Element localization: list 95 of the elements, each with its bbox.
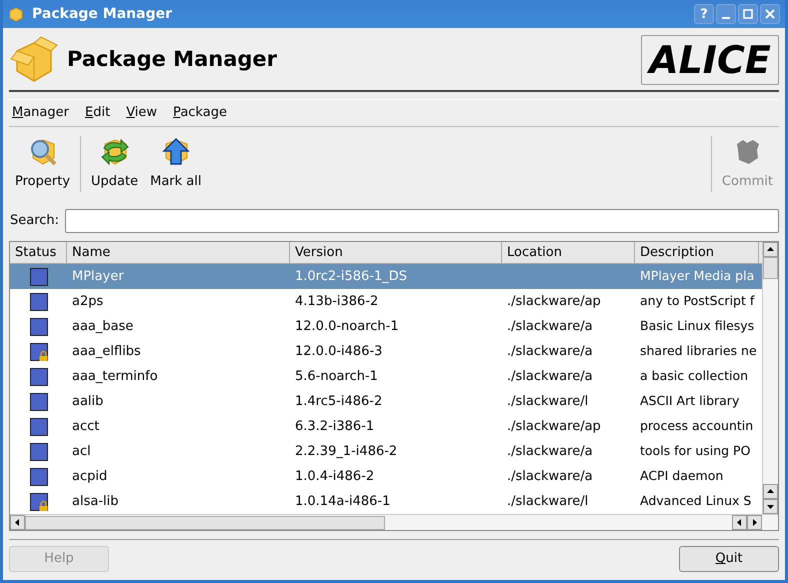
close-button[interactable] — [760, 4, 780, 24]
scroll-up-icon[interactable] — [763, 242, 778, 257]
vertical-scrollbar[interactable] — [762, 242, 778, 514]
scroll-up-icon[interactable] — [763, 484, 778, 499]
column-header[interactable]: Version — [290, 242, 502, 263]
table-row[interactable]: aaa_elflibs 12.0.0-i486-3 ./slackware/a shared libraries ne — [10, 339, 762, 364]
table-cell: Basic Linux filesys — [640, 318, 754, 334]
table-cell: 6.3.2-i386-1 — [295, 418, 374, 434]
quit-button[interactable]: Quit — [679, 546, 779, 572]
scroll-left-icon[interactable] — [10, 515, 25, 530]
scroll-down-icon[interactable] — [763, 499, 778, 514]
menu-item[interactable]: Edit — [85, 103, 110, 123]
table-cell: ./slackware/a — [507, 368, 593, 384]
scrollbar-thumb[interactable] — [763, 257, 778, 279]
table-cell: ./slackware/a — [507, 344, 593, 359]
table-cell: ASCII Art library — [640, 393, 740, 408]
table-cell: process accountin — [640, 418, 754, 434]
table-row[interactable]: acpid 1.0.4-i486-2 ./slackware/a ACPI daemon — [10, 464, 762, 489]
up-arrow-box-icon — [160, 136, 192, 168]
table-cell: a basic collection — [640, 368, 748, 384]
minimize-button[interactable] — [716, 4, 736, 24]
table-cell: aaa_elflibs — [72, 344, 141, 359]
search-field[interactable] — [65, 209, 779, 233]
app-heading: Package Manager — [67, 46, 277, 74]
table-cell: acl — [72, 444, 91, 459]
table-cell: MPlayer Media pla — [640, 268, 754, 284]
table-cell: Advanced Linux S — [640, 493, 752, 508]
table-cell: 1.4rc5-i486-2 — [295, 394, 382, 409]
close-icon — [765, 9, 775, 19]
help-glyph: ? — [700, 8, 708, 20]
table-cell: ./slackware/l — [507, 494, 588, 509]
table-cell: any to PostScript f — [640, 293, 754, 308]
mark-all-button[interactable]: Mark all — [144, 136, 208, 195]
refresh-arrows-icon — [98, 136, 131, 168]
table-cell: ./slackware/a — [507, 444, 593, 459]
menu-item[interactable]: Manager — [12, 103, 69, 123]
table-row[interactable]: aaa_base 12.0.0-noarch-1 ./slackware/a Basic Linux filesys — [10, 314, 762, 339]
table-cell: 2.2.39_1-i486-2 — [295, 444, 398, 459]
status-square-icon[interactable] — [30, 418, 48, 436]
column-header[interactable]: Name — [67, 242, 290, 263]
table-row[interactable]: aaa_terminfo 5.6-noarch-1 ./slackware/a a basic collection — [10, 364, 762, 389]
minimize-icon — [722, 16, 730, 18]
property-button[interactable]: Property — [9, 136, 76, 195]
status-square-icon[interactable] — [30, 442, 48, 460]
table-cell: MPlayer — [72, 268, 124, 284]
table-row[interactable]: a2ps 4.13b-i386-2 ./slackware/ap any to PostScript f — [10, 289, 762, 314]
search-label: Search: — [9, 212, 60, 230]
table-cell: ./slackware/ap — [507, 418, 601, 434]
column-header[interactable]: Description — [635, 242, 759, 263]
table-cell: aalib — [72, 394, 104, 409]
table-cell: 1.0.4-i486-2 — [295, 468, 374, 484]
table-cell: 12.0.0-noarch-1 — [295, 318, 399, 334]
table-cell: alsa-lib — [72, 494, 118, 509]
table-cell: acpid — [72, 468, 108, 484]
horizontal-scrollbar[interactable] — [10, 514, 778, 530]
scrollbar-thumb[interactable] — [25, 516, 385, 530]
table-row[interactable]: aalib 1.4rc5-i486-2 ./slackware/l ASCII Art library — [10, 389, 762, 414]
maximize-icon — [743, 9, 753, 19]
table-row[interactable]: acl 2.2.39_1-i486-2 ./slackware/a tools for using PO — [10, 439, 762, 464]
table-cell: ./slackware/a — [507, 318, 593, 334]
status-square-icon[interactable] — [30, 318, 48, 336]
table-cell: acct — [72, 418, 100, 434]
table-cell: a2ps — [72, 294, 104, 309]
update-button[interactable]: Update — [85, 136, 144, 195]
table-cell: ACPI daemon — [640, 468, 724, 484]
status-square-icon[interactable] — [30, 392, 48, 410]
table-cell: ./slackware/l — [507, 394, 588, 409]
table-cell: aaa_base — [72, 318, 134, 334]
logo: ALICE — [641, 35, 779, 85]
column-header[interactable]: Status — [10, 242, 67, 263]
table-cell: shared libraries ne — [640, 343, 757, 358]
table-cell: ./slackware/a — [507, 468, 593, 484]
table-cell: 1.0.14a-i486-1 — [295, 494, 390, 509]
table-row[interactable]: acct 6.3.2-i386-1 ./slackware/ap process accountin — [10, 414, 762, 439]
status-square-icon[interactable] — [30, 368, 48, 386]
table-cell: 5.6-noarch-1 — [295, 368, 378, 384]
maximize-button[interactable] — [738, 4, 758, 24]
column-header[interactable]: Location — [502, 242, 635, 263]
table-cell: tools for using PO — [640, 443, 750, 458]
status-square-icon[interactable] — [30, 292, 48, 310]
table-cell: 4.13b-i386-2 — [295, 294, 378, 309]
table-cell: aaa_terminfo — [72, 368, 158, 384]
scroll-right-icon[interactable] — [747, 515, 762, 530]
table-row[interactable]: alsa-lib 1.0.14a-i486-1 ./slackware/l Advanced Linux S — [10, 489, 762, 514]
scroll-left-icon[interactable] — [732, 515, 747, 530]
table-cell: 12.0.0-i486-3 — [295, 344, 382, 359]
locked-square-icon[interactable] — [30, 492, 48, 510]
menu-item[interactable]: View — [126, 103, 158, 123]
box-icon — [8, 6, 24, 22]
table-cell: 1.0rc2-i586-1_DS — [295, 268, 407, 284]
window-title: Package Manager — [32, 4, 172, 24]
menu-item[interactable]: Package — [173, 103, 227, 123]
table-cell: ./slackware/ap — [507, 294, 601, 309]
status-square-icon[interactable] — [30, 468, 48, 486]
locked-square-icon[interactable] — [30, 342, 48, 360]
